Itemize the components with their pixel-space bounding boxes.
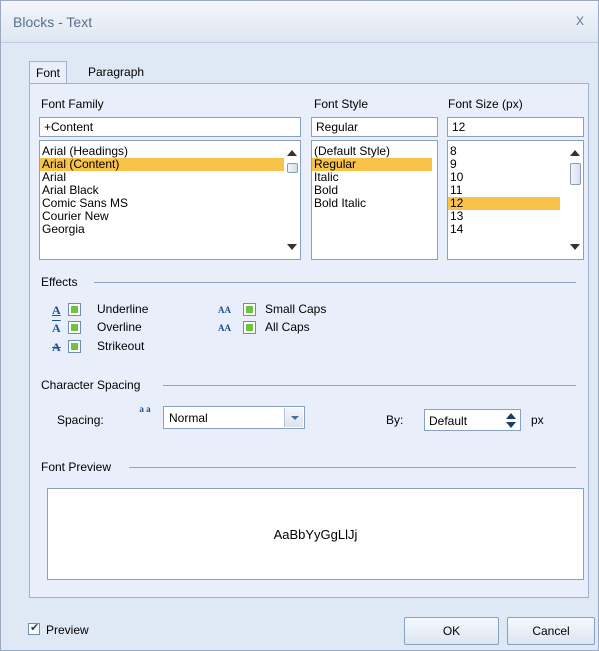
font-family-input[interactable]: +Content [39, 117, 301, 137]
small-caps-icon: AA [218, 305, 231, 315]
checkbox-mark [71, 343, 78, 350]
all-caps-label: All Caps [265, 320, 310, 334]
font-family-scrollbar[interactable] [284, 141, 300, 259]
character-spacing-group-title: Character Spacing [41, 378, 141, 392]
all-caps-icon: AA [218, 323, 231, 333]
list-item[interactable]: 10 [448, 171, 560, 184]
spacing-by-value: Default [429, 414, 468, 428]
preview-checkbox[interactable] [28, 621, 40, 635]
list-item[interactable]: 9 [448, 158, 560, 171]
all-caps-checkbox[interactable] [243, 321, 256, 334]
font-size-input[interactable]: 12 [447, 117, 584, 137]
strikeout-icon: A [52, 340, 61, 354]
small-caps-checkbox[interactable] [243, 303, 256, 316]
font-preview-group-title: Font Preview [41, 460, 112, 474]
list-item[interactable]: 13 [448, 210, 560, 223]
dialog-title: Blocks - Text [13, 14, 93, 30]
effects-group-title: Effects [41, 275, 78, 289]
px-unit-label: px [531, 413, 544, 427]
ok-button[interactable]: OK [404, 617, 499, 645]
list-item[interactable]: Arial (Content) [40, 158, 300, 171]
font-style-input[interactable]: Regular [311, 117, 438, 137]
overline-icon: A [52, 321, 61, 335]
character-spacing-divider [163, 385, 576, 386]
spacing-dropdown[interactable]: Normal [163, 406, 305, 429]
scroll-up-icon[interactable] [570, 150, 580, 156]
list-item[interactable]: Bold Italic [312, 197, 437, 210]
scroll-down-icon[interactable] [570, 244, 580, 250]
underline-checkbox[interactable] [68, 303, 81, 316]
strikeout-checkbox[interactable] [68, 340, 81, 353]
list-item[interactable]: 8 [448, 145, 560, 158]
cancel-button[interactable]: Cancel [507, 617, 595, 645]
scroll-thumb[interactable] [287, 163, 298, 173]
font-preview-box: AaBbYyGgLlJj [47, 488, 584, 580]
spacing-by-stepper[interactable]: Default [424, 409, 521, 431]
font-preview-sample: AaBbYyGgLlJj [273, 527, 358, 542]
overline-checkbox[interactable] [68, 321, 81, 334]
list-item[interactable]: 12 [448, 197, 560, 210]
scroll-thumb[interactable] [570, 163, 581, 185]
preview-checkbox-label: Preview [46, 623, 89, 637]
spacing-dropdown-value: Normal [169, 411, 208, 425]
list-item[interactable]: 11 [448, 184, 560, 197]
character-spacing-icon: a a [139, 404, 151, 414]
strikeout-label: Strikeout [97, 339, 145, 353]
list-item[interactable]: 14 [448, 223, 560, 236]
title-bar: Blocks - Text x [1, 1, 598, 43]
checkbox-mark [71, 306, 78, 313]
chevron-down-icon[interactable] [284, 408, 303, 427]
font-style-list[interactable]: (Default Style) Regular Italic Bold Bold… [311, 140, 438, 260]
small-caps-label: Small Caps [265, 302, 327, 316]
checkbox-mark [246, 306, 253, 313]
font-size-label: Font Size (px) [448, 97, 523, 111]
underline-label: Underline [97, 302, 149, 316]
effects-divider [94, 282, 576, 283]
tab-paragraph[interactable]: Paragraph [82, 61, 150, 84]
font-size-scrollbar[interactable] [567, 141, 583, 259]
by-label: By: [386, 413, 404, 427]
font-preview-divider [129, 467, 576, 468]
font-size-list[interactable]: 8 9 10 11 12 13 14 [447, 140, 584, 260]
scroll-down-icon[interactable] [287, 244, 297, 250]
dialog-window: Blocks - Text x Font Paragraph Font Fami… [0, 0, 599, 651]
overline-label: Overline [97, 320, 142, 334]
underline-icon: A [52, 303, 61, 317]
spacing-label: Spacing: [57, 413, 104, 427]
font-style-label: Font Style [314, 97, 369, 111]
checkbox-mark [246, 324, 253, 331]
font-family-list[interactable]: Arial (Headings) Arial (Content) Arial A… [39, 140, 301, 260]
scroll-up-icon[interactable] [287, 150, 297, 156]
close-button[interactable]: x [570, 11, 590, 31]
list-item[interactable]: Georgia [40, 223, 300, 236]
tab-font[interactable]: Font [29, 61, 68, 85]
font-family-label: Font Family [41, 97, 104, 111]
increment-icon[interactable] [506, 413, 516, 419]
checkbox-mark [71, 324, 78, 331]
decrement-icon[interactable] [506, 422, 516, 428]
stepper-buttons [504, 412, 518, 429]
